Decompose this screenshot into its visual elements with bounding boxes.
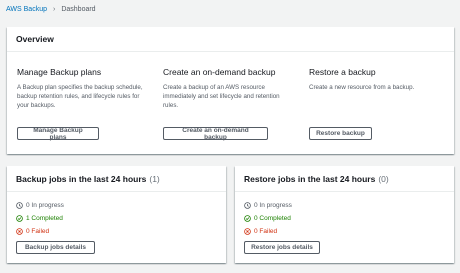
check-circle-icon bbox=[244, 215, 251, 222]
restore-failed-status: 0 Failed bbox=[244, 225, 292, 238]
backup-failed-status: 0 Failed bbox=[16, 225, 64, 238]
clock-icon bbox=[244, 202, 251, 209]
restore-in-progress-text: 0 In progress bbox=[254, 202, 292, 209]
manage-backup-plans-button[interactable]: Manage Backup plans bbox=[17, 127, 99, 141]
restore-backup-description: Create a new resource from a backup. bbox=[309, 84, 415, 91]
backup-failed-text: 0 Failed bbox=[26, 228, 50, 235]
backup-in-progress-status: 0 In progress bbox=[16, 199, 64, 212]
backup-completed-status: 1 Completed bbox=[16, 212, 64, 225]
backup-jobs-status-list: 0 In progress 1 Completed 0 Failed bbox=[16, 199, 64, 238]
restore-jobs-status-list: 0 In progress 0 Completed 0 Failed bbox=[244, 199, 292, 238]
create-on-demand-backup-button[interactable]: Create an on-demand backup bbox=[163, 127, 268, 141]
backup-in-progress-text: 0 In progress bbox=[26, 202, 64, 209]
restore-jobs-details-button[interactable]: Restore jobs details bbox=[244, 241, 320, 254]
restore-completed-status: 0 Completed bbox=[244, 212, 292, 225]
on-demand-backup-section: Create an on-demand backup Create a back… bbox=[163, 67, 293, 110]
on-demand-backup-description: Create a backup of an AWS resource immed… bbox=[163, 84, 280, 109]
backup-jobs-title: Backup jobs in the last 24 hours bbox=[16, 173, 147, 184]
x-circle-icon bbox=[16, 228, 23, 235]
restore-failed-text: 0 Failed bbox=[254, 228, 278, 235]
restore-completed-text: 0 Completed bbox=[254, 215, 291, 222]
breadcrumb: AWS Backup › Dashboard bbox=[6, 4, 96, 14]
breadcrumb-current: Dashboard bbox=[61, 5, 96, 13]
backup-jobs-header: Backup jobs in the last 24 hours (1) bbox=[7, 166, 226, 192]
restore-backup-button[interactable]: Restore backup bbox=[309, 127, 372, 140]
restore-jobs-title: Restore jobs in the last 24 hours bbox=[244, 173, 376, 184]
backup-completed-text: 1 Completed bbox=[26, 215, 63, 222]
check-circle-icon bbox=[16, 215, 23, 222]
overview-title: Overview bbox=[7, 27, 454, 52]
backup-jobs-count: (1) bbox=[149, 173, 160, 184]
backup-jobs-panel: Backup jobs in the last 24 hours (1) 0 I… bbox=[7, 166, 226, 263]
restore-jobs-count: (0) bbox=[378, 173, 389, 184]
clock-icon bbox=[16, 202, 23, 209]
manage-backup-plans-heading: Manage Backup plans bbox=[17, 67, 102, 77]
overview-panel: Overview Manage Backup plans A Backup pl… bbox=[7, 27, 454, 154]
restore-backup-section: Restore a backup Create a new resource f… bbox=[309, 67, 449, 92]
breadcrumb-aws-backup-link[interactable]: AWS Backup bbox=[6, 6, 47, 13]
x-circle-icon bbox=[244, 228, 251, 235]
restore-in-progress-status: 0 In progress bbox=[244, 199, 292, 212]
restore-jobs-header: Restore jobs in the last 24 hours (0) bbox=[235, 166, 454, 192]
restore-backup-heading: Restore a backup bbox=[309, 67, 376, 77]
backup-jobs-details-button[interactable]: Backup jobs details bbox=[16, 241, 95, 254]
breadcrumb-chevron-icon: › bbox=[52, 5, 56, 13]
on-demand-backup-heading: Create an on-demand backup bbox=[163, 67, 276, 77]
manage-backup-plans-description: A Backup plan specifies the backup sched… bbox=[17, 84, 143, 109]
restore-jobs-panel: Restore jobs in the last 24 hours (0) 0 … bbox=[235, 166, 454, 263]
manage-backup-plans-section: Manage Backup plans A Backup plan specif… bbox=[17, 67, 149, 110]
